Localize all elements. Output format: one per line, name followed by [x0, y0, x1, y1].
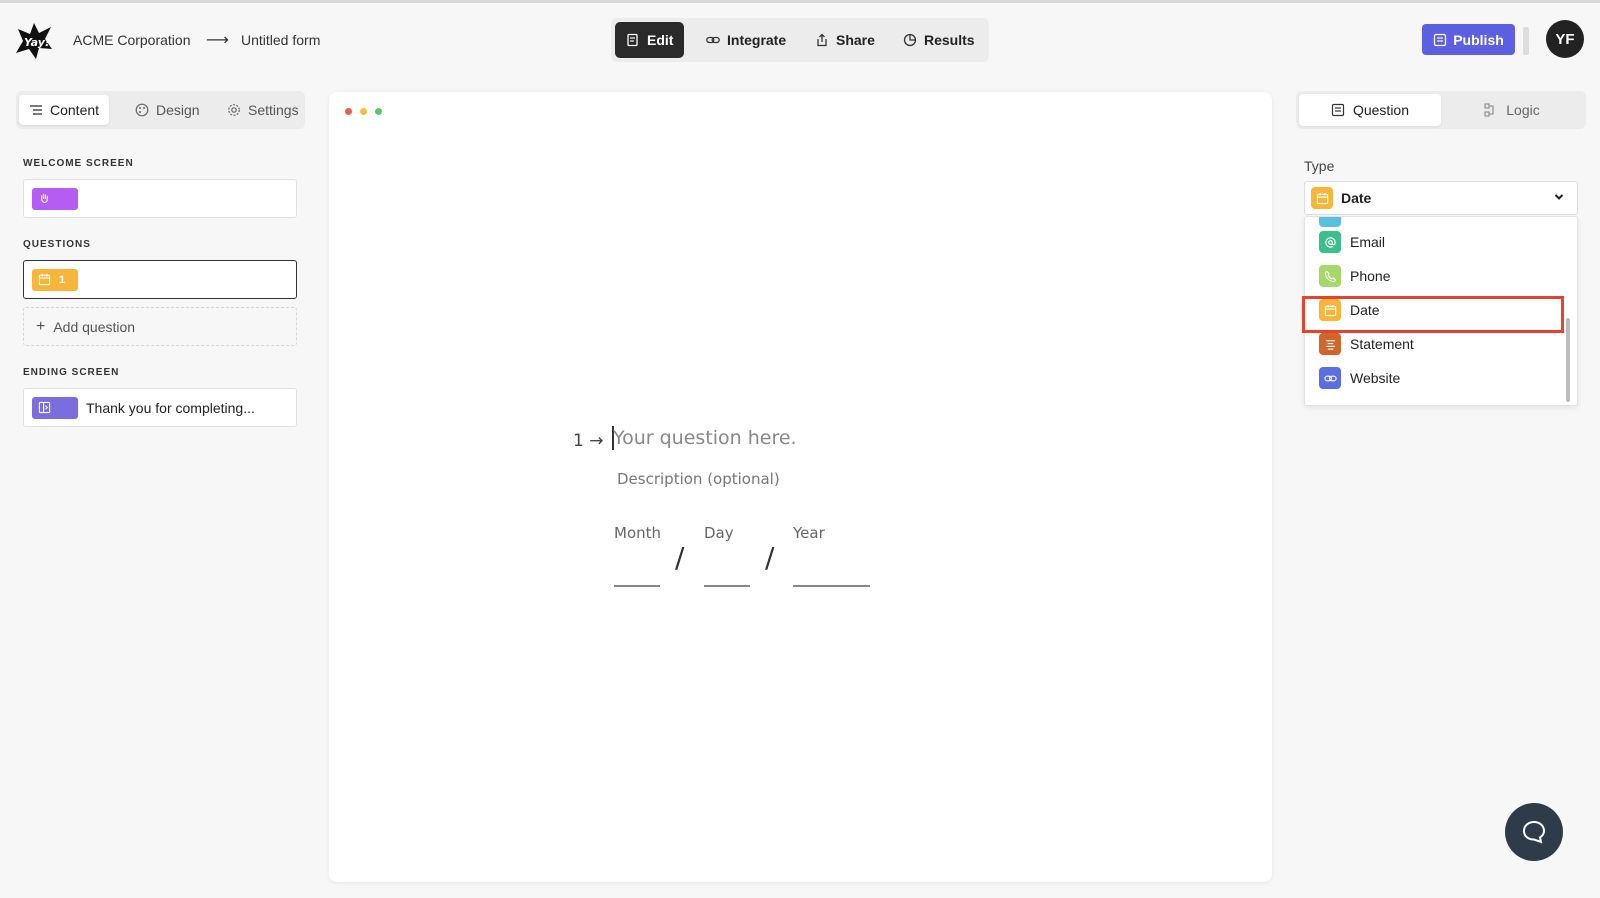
question-card[interactable]: 1 — [23, 260, 297, 299]
left-panel-tabs: Content Design Settings — [16, 91, 305, 129]
logic-icon — [1484, 103, 1494, 117]
publish-icon — [1434, 33, 1447, 46]
welcome-screen-card[interactable] — [23, 179, 297, 218]
ending-badge — [32, 396, 78, 419]
integrate-label: Integrate — [727, 32, 787, 48]
integrate-tab[interactable]: Integrate — [695, 22, 797, 58]
publish-divider — [1523, 27, 1529, 55]
question-type-select[interactable]: Date — [1304, 181, 1578, 215]
option-website[interactable]: Website — [1319, 366, 1400, 390]
tab-logic[interactable]: Logic — [1441, 94, 1583, 126]
tab-settings-label: Settings — [248, 102, 299, 118]
edit-tab[interactable]: Edit — [615, 22, 685, 58]
tab-question-label: Question — [1352, 102, 1410, 118]
share-tab[interactable]: Share — [804, 22, 886, 58]
hand-icon — [41, 193, 48, 203]
dropdown-scrollbar[interactable] — [1566, 318, 1570, 402]
header: Yay! ACME Corporation ⟶ Untitled form Ed… — [0, 3, 1600, 75]
date-separator: / — [675, 541, 685, 574]
tab-content[interactable]: Content — [19, 95, 110, 125]
gear-icon — [228, 104, 240, 116]
question-title-input[interactable]: Your question here. — [613, 427, 797, 449]
option-email[interactable]: Email — [1319, 230, 1385, 254]
chat-icon — [1522, 820, 1546, 844]
help-chat-button[interactable] — [1505, 803, 1563, 861]
chevron-down-icon — [1554, 194, 1564, 200]
tab-question[interactable]: Question — [1299, 94, 1441, 126]
results-icon — [903, 33, 917, 47]
at-icon — [1319, 231, 1341, 253]
edit-icon — [627, 33, 638, 47]
questions-heading: QUESTIONS — [23, 239, 91, 250]
tab-design-label: Design — [156, 102, 200, 118]
phone-icon — [1319, 265, 1341, 287]
ending-screen-heading: ENDING SCREEN — [23, 367, 120, 378]
option-statement[interactable]: Statement — [1319, 332, 1414, 356]
tab-logic-label: Logic — [1506, 102, 1540, 118]
month-label: Month — [614, 524, 662, 542]
option-website-label: Website — [1350, 370, 1401, 386]
results-tab[interactable]: Results — [892, 22, 986, 58]
add-question-button[interactable]: + Add question — [23, 307, 297, 346]
exit-icon — [38, 401, 51, 414]
calendar-icon — [1311, 187, 1333, 209]
right-panel-tabs: Question Logic — [1296, 91, 1586, 129]
ending-screen-text: Thank you for completing... — [86, 399, 255, 416]
highlight-box — [1302, 296, 1564, 333]
plus-icon: + — [36, 317, 46, 335]
question-description-input[interactable]: Description (optional) — [617, 470, 780, 488]
list-icon — [30, 105, 42, 115]
tab-content-label: Content — [50, 102, 100, 118]
option-phone[interactable]: Phone — [1319, 264, 1390, 288]
breadcrumb-arrow-icon: ⟶ — [206, 32, 229, 49]
type-label: Type — [1304, 158, 1335, 174]
share-icon — [817, 33, 827, 47]
publish-label: Publish — [1453, 31, 1504, 48]
breadcrumb-organization[interactable]: ACME Corporation — [73, 32, 191, 48]
welcome-screen-heading: WELCOME SCREEN — [23, 158, 134, 169]
welcome-badge — [32, 187, 78, 210]
day-input[interactable] — [704, 585, 750, 587]
palette-icon — [135, 103, 149, 117]
window-dot-yellow — [360, 108, 367, 115]
form-preview-canvas: 1 → Your question here. Description (opt… — [329, 92, 1272, 882]
add-question-label: Add question — [53, 318, 136, 335]
ending-screen-card[interactable]: Thank you for completing... — [23, 388, 297, 427]
breadcrumb-form-name[interactable]: Untitled form — [241, 32, 320, 48]
edit-label: Edit — [647, 32, 674, 48]
cut-off-option-icon — [1319, 217, 1341, 227]
link-icon — [706, 36, 720, 44]
selected-type-label: Date — [1341, 190, 1372, 206]
svg-text:Yay!: Yay! — [24, 36, 50, 49]
option-email-label: Email — [1350, 234, 1386, 250]
option-phone-label: Phone — [1350, 268, 1391, 284]
calendar-icon — [38, 273, 51, 286]
tab-design[interactable]: Design — [125, 95, 210, 125]
window-dot-green — [375, 108, 382, 115]
year-input[interactable] — [793, 585, 870, 587]
option-statement-label: Statement — [1350, 336, 1414, 352]
results-label: Results — [924, 32, 975, 48]
mode-switcher: Edit Integrate Share Results — [611, 18, 989, 62]
question-badge: 1 — [32, 268, 78, 291]
statement-icon — [1319, 333, 1341, 355]
share-label: Share — [836, 32, 875, 48]
yay-logo[interactable]: Yay! — [14, 21, 54, 61]
month-input[interactable] — [614, 585, 660, 587]
day-label: Day — [704, 524, 734, 542]
year-label: Year — [793, 524, 825, 542]
question-badge-number: 1 — [59, 273, 66, 286]
link-icon — [1319, 367, 1341, 389]
question-number: 1 → — [573, 431, 604, 451]
date-separator: / — [765, 541, 775, 574]
window-dot-red — [345, 108, 352, 115]
avatar[interactable]: YF — [1546, 20, 1584, 58]
tab-settings[interactable]: Settings — [217, 95, 309, 125]
question-icon — [1331, 103, 1345, 117]
publish-button[interactable]: Publish — [1422, 24, 1515, 55]
